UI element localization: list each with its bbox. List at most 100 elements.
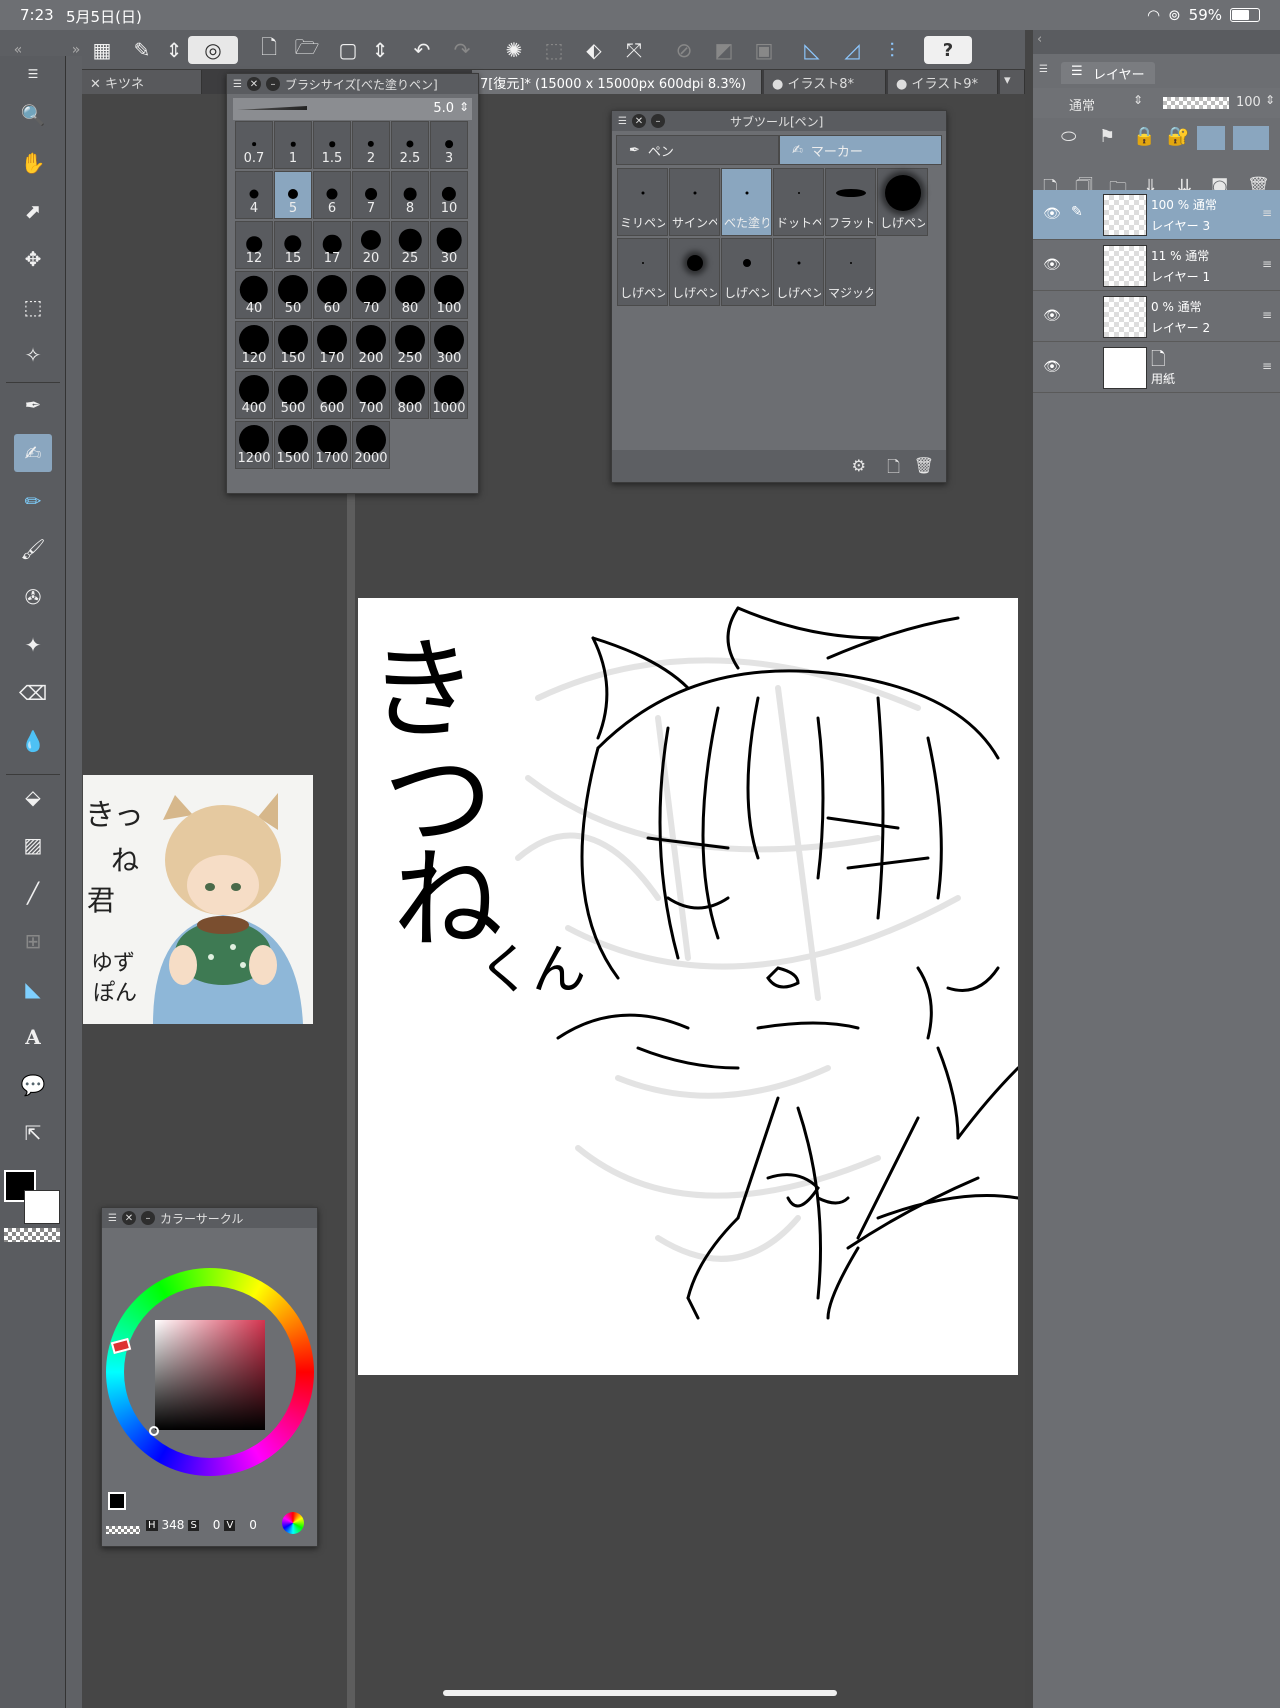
brush-size-2.5[interactable]: 2.5 <box>391 121 429 169</box>
brush-size-400[interactable]: 400 <box>235 371 273 419</box>
brush-size-120[interactable]: 120 <box>235 321 273 369</box>
opacity-slider[interactable] <box>1163 97 1229 109</box>
subtool-item[interactable]: しげペン <box>669 238 720 306</box>
ruler-snap-icon[interactable]: ◺ <box>798 36 826 64</box>
layer-menu-icon[interactable]: ≡ <box>1262 308 1272 322</box>
deselect-icon[interactable]: ▣ <box>750 36 778 64</box>
mask-icon[interactable] <box>1197 126 1225 150</box>
tab-kitsune[interactable]: ✕ キツネ <box>82 70 202 94</box>
subtool-item[interactable]: ミリペン <box>617 168 668 236</box>
palette-menu-icon[interactable]: ☰ <box>14 64 52 84</box>
redo-icon[interactable]: ↷ <box>448 36 476 64</box>
zoom-icon[interactable]: 🔍 <box>14 96 52 134</box>
brush-size-7[interactable]: 7 <box>352 171 390 219</box>
panel-menu-icon[interactable]: ☰ <box>1039 64 1048 75</box>
subtool-item[interactable]: しげペン <box>617 238 668 306</box>
hand-icon[interactable]: ✋ <box>14 144 52 182</box>
brush-size-40[interactable]: 40 <box>235 271 273 319</box>
subtool-tab-pen[interactable]: ✒ ペン <box>616 135 779 165</box>
slider-stepper-icon[interactable]: ⇕ <box>459 100 469 114</box>
undo-icon[interactable]: ↶ <box>408 36 436 64</box>
airbrush-icon[interactable]: ✇ <box>14 578 52 616</box>
brush-size-8[interactable]: 8 <box>391 171 429 219</box>
eyedropper-icon[interactable]: ✒ <box>14 386 52 424</box>
reference-image[interactable]: きっ ね 君 ゆず ぽん <box>83 775 313 1024</box>
brush-size-0.7[interactable]: 0.7 <box>235 121 273 169</box>
visibility-eye-icon[interactable]: 👁 <box>1041 257 1063 273</box>
minimize-icon[interactable]: – <box>265 77 280 91</box>
drawing-canvas[interactable]: き つ ね くん <box>358 598 1018 1375</box>
brush-size-50[interactable]: 50 <box>274 271 312 319</box>
text-icon[interactable]: A <box>14 1018 52 1056</box>
ruler-show-icon[interactable] <box>1233 126 1269 150</box>
operation-icon[interactable]: ⬈ <box>14 192 52 230</box>
panel-menu-icon[interactable]: ☰ <box>108 1213 117 1224</box>
subtool-item[interactable]: しげペン <box>877 168 928 236</box>
brush-size-200[interactable]: 200 <box>352 321 390 369</box>
layer-menu-icon[interactable]: ≡ <box>1262 206 1272 220</box>
clear-selection-icon[interactable]: ◩ <box>710 36 738 64</box>
updown2-icon[interactable]: ⇕ <box>366 36 394 64</box>
visibility-eye-icon[interactable]: 👁 <box>1041 308 1063 324</box>
brush-size-1500[interactable]: 1500 <box>274 421 312 469</box>
brush-size-20[interactable]: 20 <box>352 221 390 269</box>
open-folder-icon[interactable]: 🗁 <box>293 35 321 64</box>
brush-size-6[interactable]: 6 <box>313 171 351 219</box>
brush-size-800[interactable]: 800 <box>391 371 429 419</box>
brush-size-1[interactable]: 1 <box>274 121 312 169</box>
close-icon[interactable]: ✕ <box>121 1211 136 1225</box>
grid-menu-icon[interactable]: ▦ <box>88 36 116 64</box>
loading-icon[interactable]: ✺ <box>500 36 528 64</box>
subtool-tab-marker[interactable]: ✍ マーカー <box>779 135 942 165</box>
saturation-value-square[interactable] <box>155 1320 265 1430</box>
clip-studio-icon[interactable]: ◎ <box>188 36 238 64</box>
brush-size-600[interactable]: 600 <box>313 371 351 419</box>
brush-size-170[interactable]: 170 <box>313 321 351 369</box>
correct-line-icon[interactable]: ⇱ <box>14 1114 52 1152</box>
minimize-icon[interactable]: – <box>140 1211 155 1225</box>
ruler-icon[interactable]: ◣ <box>14 970 52 1008</box>
tabs-dropdown-icon[interactable]: ▾ <box>1000 70 1025 94</box>
brush-size-15[interactable]: 15 <box>274 221 312 269</box>
brush-size-700[interactable]: 700 <box>352 371 390 419</box>
blend-stepper-icon[interactable]: ⇕ <box>1133 93 1143 107</box>
brush-size-80[interactable]: 80 <box>391 271 429 319</box>
brush-size-4[interactable]: 4 <box>235 171 273 219</box>
help-icon[interactable]: ? <box>924 36 972 64</box>
minimize-icon[interactable]: – <box>650 114 665 128</box>
tab-illust-9[interactable]: ● イラスト9* <box>888 70 998 94</box>
transform-icon[interactable]: ⤧ <box>620 36 648 64</box>
lock-icon[interactable]: 🔒 <box>1133 126 1155 147</box>
clipping-icon[interactable]: ⬭ <box>1061 126 1076 147</box>
subtool-item[interactable]: サインペン <box>669 168 720 236</box>
opacity-stepper-icon[interactable]: ⇕ <box>1265 93 1275 107</box>
brush-size-25[interactable]: 25 <box>391 221 429 269</box>
panel-menu-icon[interactable]: ☰ <box>618 116 627 127</box>
move-layer-icon[interactable]: ✥ <box>14 240 52 278</box>
sub-color-swatch[interactable] <box>24 1190 60 1224</box>
auto-select-icon[interactable]: ✧ <box>14 336 52 374</box>
tab-illust-8[interactable]: ● イラスト8* <box>764 70 886 94</box>
brush-size-1000[interactable]: 1000 <box>430 371 468 419</box>
main-color-mini-swatch[interactable] <box>108 1492 126 1510</box>
brush-size-150[interactable]: 150 <box>274 321 312 369</box>
transparent-swatch[interactable] <box>4 1228 60 1242</box>
figure-icon[interactable]: ╱ <box>14 874 52 912</box>
save-icon[interactable]: ▢ <box>334 36 362 64</box>
home-indicator[interactable] <box>443 1690 837 1696</box>
balloon-icon[interactable]: 💬 <box>14 1066 52 1104</box>
eraser-icon[interactable]: ⌫ <box>14 674 52 712</box>
layer-row[interactable]: 👁 ✎ 100 % 通常 レイヤー 3 ≡ <box>1033 190 1280 240</box>
brush-size-250[interactable]: 250 <box>391 321 429 369</box>
layer-row[interactable]: 👁 11 % 通常 レイヤー 1 ≡ <box>1033 241 1280 291</box>
new-file-icon[interactable]: 🗋 <box>255 35 283 64</box>
delete-subtool-icon[interactable]: 🗑 <box>914 456 934 475</box>
brush-size-60[interactable]: 60 <box>313 271 351 319</box>
edit-icon[interactable]: ✎ <box>128 36 156 64</box>
decoration-icon[interactable]: ✦ <box>14 626 52 664</box>
brush-size-100[interactable]: 100 <box>430 271 468 319</box>
subtool-item[interactable]: べた塗りペン <box>721 168 772 236</box>
pencil-icon[interactable]: ✏ <box>14 482 52 520</box>
canvas-split-divider[interactable] <box>347 455 355 1708</box>
blend-mode-select[interactable]: 通常 <box>1069 95 1095 114</box>
